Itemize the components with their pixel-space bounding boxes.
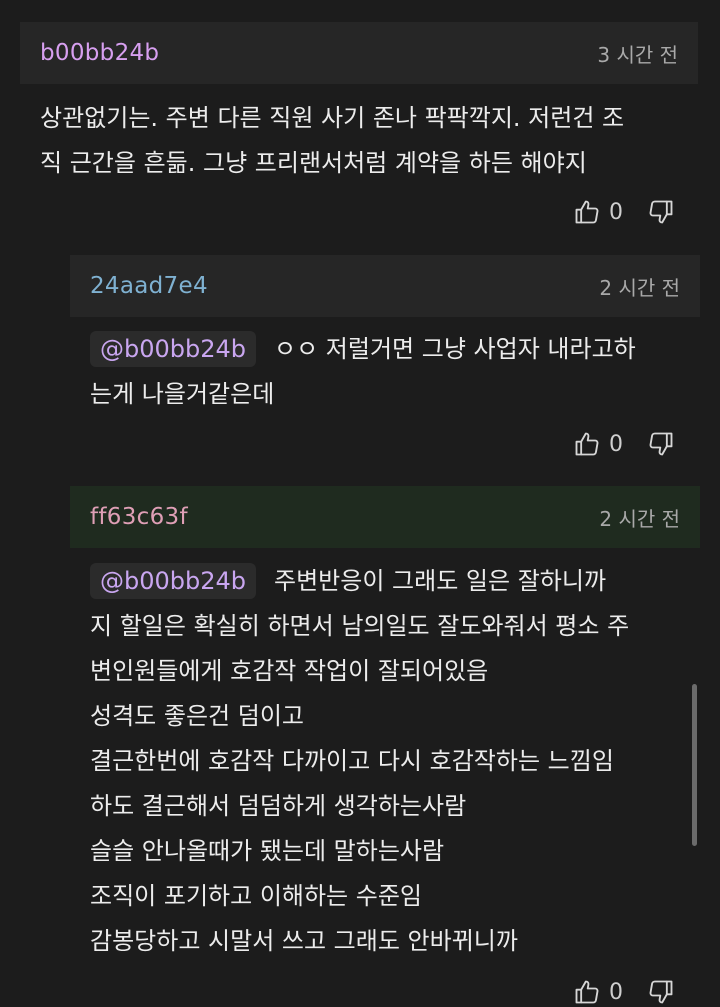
comment-line: 직 근간을 흔듦. 그냥 프리랜서처럼 계약을 하든 해야지 xyxy=(40,149,587,177)
reply-actions: 0 xyxy=(573,430,675,458)
comment-timestamp: 3 시간 전 xyxy=(597,42,678,67)
thumbs-down-icon[interactable] xyxy=(647,198,675,226)
reply-author[interactable]: 24aad7e4 xyxy=(90,273,208,299)
mention-tag[interactable]: @b00bb24b xyxy=(90,331,257,367)
comment-author[interactable]: b00bb24b xyxy=(40,40,159,66)
comment-line: 결근한번에 호감작 다까이고 다시 호감작하는 느낌임 xyxy=(90,747,614,775)
comment-body: 상관없기는. 주변 다른 직원 사기 존나 팍팍깍지. 저런건 조 직 근간을 … xyxy=(40,96,624,186)
comment-line: 변인원들에게 호감작 작업이 잘되어있음 xyxy=(90,657,489,685)
thumbs-down-icon[interactable] xyxy=(647,978,675,1006)
comment-line: 하도 결근해서 덤덤하게 생각하는사람 xyxy=(90,792,467,820)
reply-author[interactable]: ff63c63f xyxy=(90,504,188,530)
thumbs-down-icon[interactable] xyxy=(647,430,675,458)
comment-line: 감봉당하고 시말서 쓰고 그래도 안바뀌니까 xyxy=(90,927,518,955)
comment-actions: 0 xyxy=(573,198,675,226)
comment-line: 상관없기는. 주변 다른 직원 사기 존나 팍팍깍지. 저런건 조 xyxy=(40,104,625,132)
scrollbar[interactable] xyxy=(692,684,697,846)
reply-timestamp: 2 시간 전 xyxy=(599,275,680,300)
thumbs-up-icon[interactable] xyxy=(573,430,601,458)
like-count: 0 xyxy=(609,431,623,457)
mention-tag[interactable]: @b00bb24b xyxy=(90,563,257,599)
comment-line: ㅇㅇ 저럴거면 그냥 사업자 내라고하 xyxy=(274,335,636,363)
thumbs-up-icon[interactable] xyxy=(573,198,601,226)
comment-line: 지 할일은 확실히 하면서 남의일도 잘도와줘서 평소 주 xyxy=(90,612,630,640)
reply-body: @b00bb24b 주변반응이 그래도 일은 잘하니까 지 할일은 확실히 하면서… xyxy=(90,559,629,964)
comment-line: 조직이 포기하고 이해하는 수준임 xyxy=(90,882,423,910)
reply-header: 24aad7e4 2 시간 전 xyxy=(70,255,700,317)
reply-first-line: @b00bb24b 주변반응이 그래도 일은 잘하니까 xyxy=(90,559,629,604)
comment-line: 슬슬 안나올때가 됐는데 말하는사람 xyxy=(90,837,445,865)
comment-header: b00bb24b 3 시간 전 xyxy=(20,22,698,84)
thumbs-up-icon[interactable] xyxy=(573,978,601,1006)
reply-body: @b00bb24b ㅇㅇ 저럴거면 그냥 사업자 내라고하 는게 나을거같은데 xyxy=(90,327,636,417)
reply-first-line: @b00bb24b ㅇㅇ 저럴거면 그냥 사업자 내라고하 xyxy=(90,327,636,372)
reply-actions: 0 xyxy=(573,978,675,1006)
comment-line: 주변반응이 그래도 일은 잘하니까 xyxy=(274,567,607,595)
like-count: 0 xyxy=(609,979,623,1005)
reply-timestamp: 2 시간 전 xyxy=(599,506,680,531)
comment-line: 는게 나을거같은데 xyxy=(90,380,275,408)
like-count: 0 xyxy=(609,199,623,225)
comment-line: 성격도 좋은건 덤이고 xyxy=(90,702,304,730)
reply-header: ff63c63f 2 시간 전 xyxy=(70,486,700,548)
